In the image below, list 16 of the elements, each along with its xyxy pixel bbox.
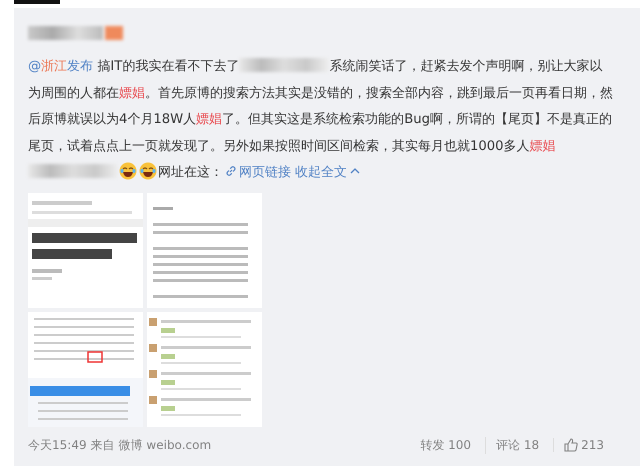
post-text: @浙江发布 搞IT的我实在看不下去了 系统闹笑话了，赶紧去发个声明啊，别让大家以为周围的人都在嫖娼。首先原博的搜索方法其实是没错的，搜索全部内容，跳到最后一页再看日期，然后原博就误以为4个月18W人嫖娼了。但其实这是系统检索功能的Bug啊，所谓的【尾页】不是真正的尾页，试着点点上一页就发现了。另外如果按照时间区间检索，其实每月也就1000多人嫖娼 网址在这： 网页链接 收起全文 <box>28 57 614 182</box>
blurred-badge-icon <box>105 26 123 40</box>
comment-button[interactable]: 评论 18 <box>485 436 550 454</box>
cropped-header-bar <box>14 0 60 4</box>
post-time: 今天15:49 <box>28 436 87 454</box>
web-link[interactable]: 网页链接 <box>223 165 291 180</box>
laughing-face-icon <box>139 162 157 180</box>
collapse-link[interactable]: 收起全文 <box>295 165 364 180</box>
repost-button[interactable]: 转发 100 <box>410 436 481 454</box>
link-icon <box>225 165 237 177</box>
laughing-face-icon <box>119 162 137 180</box>
thumbs-up-icon <box>564 438 578 452</box>
mention-link[interactable]: @浙江发布 <box>28 59 94 74</box>
like-button[interactable]: 213 <box>553 438 614 452</box>
source-link[interactable]: 微博 weibo.com <box>118 436 212 454</box>
source-label: 来自 <box>90 436 115 454</box>
